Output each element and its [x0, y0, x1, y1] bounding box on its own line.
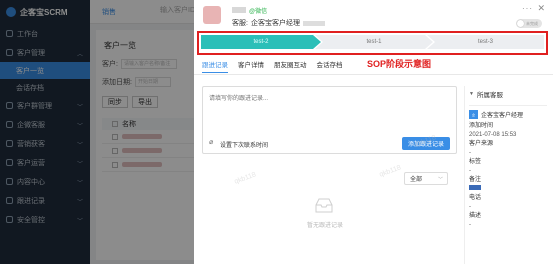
next-contact-label[interactable]: 设置下次联系时间 [220, 140, 268, 149]
tab-moments[interactable]: 朋友圈互动 [274, 59, 307, 73]
drawer-tabs: 跟进记录 客户详情 朋友圈互动 会话存档 [202, 59, 343, 73]
status-toggle[interactable]: 未完成 [516, 19, 542, 28]
more-icon[interactable]: ··· [522, 4, 533, 13]
tags-value: - [469, 168, 471, 174]
followup-value: 企客宝客户经理 [250, 20, 300, 27]
close-icon[interactable]: ✕ [537, 3, 545, 14]
phone-label: 电话 [469, 195, 482, 201]
source-value: - [469, 150, 471, 156]
tags-label: 标签 [469, 159, 482, 165]
tab-followup[interactable]: 跟进记录 [202, 59, 228, 73]
owner-panel: ▼ 所属客服 企 企客宝客户经理 添加时间 2021-07-08 15:53 客… [464, 86, 547, 264]
owner-name: 企客宝客户经理 [481, 113, 524, 119]
owner-info: 企 企客宝客户经理 [469, 110, 547, 119]
sop-step-1[interactable]: test-2 [201, 35, 321, 49]
phone-value: - [469, 204, 471, 210]
redacted-customer-name [232, 7, 246, 13]
desc-label: 描述 [469, 213, 482, 219]
followup-owner: 客服: 企客宝客户经理 [232, 18, 325, 28]
filter-value: 全部 [410, 177, 423, 183]
watermark: qkb118 [233, 171, 257, 186]
owner-avatar: 企 [469, 110, 478, 119]
add-time-value: 2021-07-08 15:53 [469, 132, 517, 138]
remark-value [469, 185, 547, 194]
add-time-label: 添加时间 [469, 123, 494, 129]
remark-label: 备注 [469, 177, 482, 183]
empty-inbox-icon [315, 198, 333, 213]
empty-text: 暂无跟进记录 [307, 223, 344, 229]
followup-label: 客服: [232, 20, 248, 27]
followup-filter-select[interactable]: 全部 ﹀ [404, 172, 448, 185]
watermark: qkb118 [378, 164, 402, 179]
toggle-knob [517, 20, 524, 27]
drawer-header: @微信 客服: 企客宝客户经理 ··· ✕ 未完成 [194, 0, 553, 30]
panel-header[interactable]: ▼ 所属客服 [469, 89, 547, 99]
attachment-icon[interactable]: ⌀ [209, 138, 213, 146]
tab-customer-detail[interactable]: 客户详情 [238, 59, 264, 73]
redacted-value [302, 20, 325, 26]
desc-value: - [469, 222, 471, 228]
sop-step-2[interactable]: test-1 [315, 35, 433, 49]
sop-steps: test-2 test-1 test-3 [201, 35, 544, 49]
caret-down-icon: ▼ [469, 91, 474, 97]
redacted-value [469, 185, 481, 190]
divider [194, 74, 553, 75]
sop-annotation: SOP阶段示意图 [367, 59, 432, 69]
divider [469, 105, 547, 106]
wechat-tag: @微信 [249, 9, 268, 15]
chevron-down-icon: ﹀ [437, 177, 443, 183]
customer-detail-drawer: @微信 客服: 企客宝客户经理 ··· ✕ 未完成 test-2 test-1 … [194, 0, 553, 264]
followup-textarea[interactable] [203, 87, 456, 133]
sop-step-3[interactable]: test-3 [427, 35, 544, 49]
panel-title: 所属客服 [476, 92, 503, 99]
source-label: 客户来源 [469, 141, 494, 147]
tab-chat-archive[interactable]: 会话存档 [317, 59, 343, 73]
toggle-label: 未完成 [526, 20, 538, 26]
overlay-mask[interactable] [0, 0, 194, 264]
avatar [203, 6, 221, 24]
